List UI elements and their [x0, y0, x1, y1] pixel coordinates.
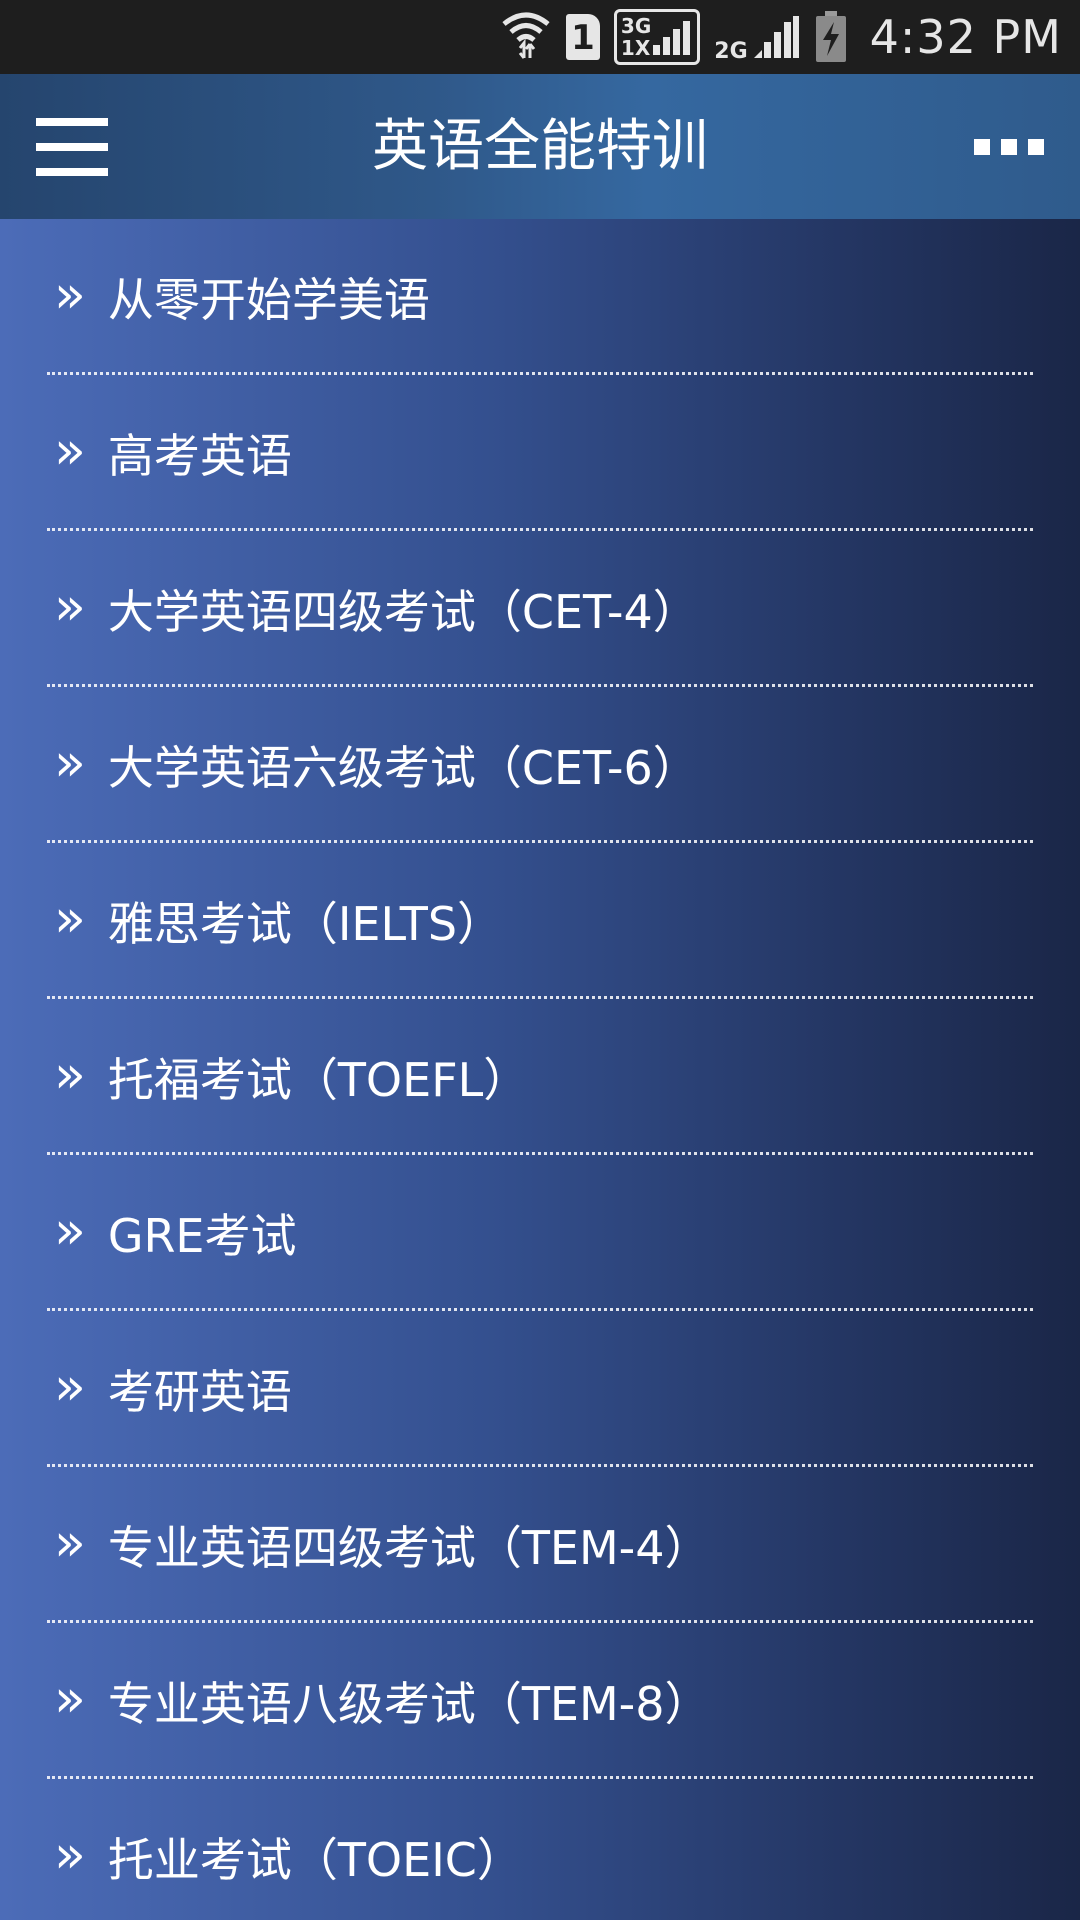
network-type-labels: 3G 1X	[621, 15, 651, 59]
app-bar: 英语全能特训	[0, 74, 1080, 219]
list-item-label: 托业考试（TOEIC）	[107, 1833, 523, 1887]
double-chevron-right-icon: »	[54, 421, 86, 481]
status-time: 4:32 PM	[869, 10, 1062, 64]
category-list: » 从零开始学美语 » 高考英语 » 大学英语四级考试（CET-4） » 大学英语六级考试（C…	[0, 219, 1080, 1920]
signal-2g-icon	[753, 16, 799, 58]
double-chevron-right-icon: »	[54, 1513, 86, 1573]
list-item[interactable]: » 雅思考试（IELTS）	[0, 843, 1080, 999]
list-item-label: 大学英语四级考试（CET-4）	[107, 585, 699, 639]
signal-bars-icon	[653, 21, 691, 55]
double-chevron-right-icon: »	[54, 1825, 86, 1885]
wifi-icon	[500, 10, 552, 64]
double-chevron-right-icon: »	[54, 733, 86, 793]
double-chevron-right-icon: »	[54, 265, 86, 325]
more-options-icon[interactable]	[974, 134, 1044, 160]
hamburger-menu-icon[interactable]	[36, 118, 108, 176]
signal-3g-1x-icon: 3G 1X	[613, 9, 701, 65]
list-item[interactable]: » 高考英语	[0, 375, 1080, 531]
list-item-row[interactable]: » 大学英语四级考试（CET-4）	[54, 531, 699, 687]
list-item-label: 从零开始学美语	[107, 273, 430, 327]
list-item-row[interactable]: » 托福考试（TOEFL）	[54, 999, 529, 1155]
list-item-label: 高考英语	[107, 429, 292, 483]
network-1x-label: 1X	[620, 36, 651, 60]
double-chevron-right-icon: »	[54, 889, 86, 949]
list-item[interactable]: » 托业考试（TOEIC）	[0, 1779, 1080, 1920]
list-item[interactable]: » 从零开始学美语	[0, 219, 1080, 375]
list-item-label: 雅思考试（IELTS）	[107, 897, 504, 951]
list-item-row[interactable]: » 大学英语六级考试（CET-6）	[54, 687, 699, 843]
list-item-row[interactable]: » 从零开始学美语	[54, 219, 430, 375]
list-item-row[interactable]: » 专业英语四级考试（TEM-4）	[54, 1467, 711, 1623]
list-item-label: 托福考试（TOEFL）	[107, 1053, 530, 1107]
list-item[interactable]: » 专业英语八级考试（TEM-8）	[0, 1623, 1080, 1779]
list-item-row[interactable]: » 雅思考试（IELTS）	[54, 843, 503, 999]
list-item-label: 考研英语	[107, 1365, 292, 1419]
list-item-label: 大学英语六级考试（CET-6）	[107, 741, 699, 795]
double-chevron-right-icon: »	[54, 1357, 86, 1417]
list-item[interactable]: » 大学英语四级考试（CET-4）	[0, 531, 1080, 687]
list-item-row[interactable]: » 考研英语	[54, 1311, 292, 1467]
list-item[interactable]: » 考研英语	[0, 1311, 1080, 1467]
sim-card-icon: 1	[565, 14, 600, 60]
status-bar: 1 3G 1X 2G 4:32 PM	[0, 0, 1080, 74]
double-chevron-right-icon: »	[54, 1669, 86, 1729]
list-item-row[interactable]: » 托业考试（TOEIC）	[54, 1779, 523, 1920]
list-item[interactable]: » 托福考试（TOEFL）	[0, 999, 1080, 1155]
app-screen: 1 3G 1X 2G 4:32 PM 英语全能特训 » 从零开始学美语 » 高考…	[0, 0, 1080, 1920]
list-item-row[interactable]: » 高考英语	[54, 375, 292, 531]
list-item-row[interactable]: » GRE考试	[54, 1155, 297, 1311]
list-item-label: GRE考试	[107, 1209, 297, 1263]
list-item[interactable]: » 专业英语四级考试（TEM-4）	[0, 1467, 1080, 1623]
list-item-label: 专业英语八级考试（TEM-8）	[107, 1677, 711, 1731]
list-item-label: 专业英语四级考试（TEM-4）	[107, 1521, 711, 1575]
double-chevron-right-icon: »	[54, 577, 86, 637]
list-item[interactable]: » GRE考试	[0, 1155, 1080, 1311]
list-item-row[interactable]: » 专业英语八级考试（TEM-8）	[54, 1623, 711, 1779]
status-icons: 1 3G 1X 2G 4:32 PM	[500, 0, 1062, 74]
network-3g-label: 3G	[620, 14, 652, 38]
app-title: 英语全能特训	[372, 114, 708, 179]
battery-charging-icon	[815, 11, 846, 62]
list-item[interactable]: » 大学英语六级考试（CET-6）	[0, 687, 1080, 843]
double-chevron-right-icon: »	[54, 1045, 86, 1105]
network-2g-label: 2G	[714, 39, 748, 64]
double-chevron-right-icon: »	[54, 1201, 86, 1261]
